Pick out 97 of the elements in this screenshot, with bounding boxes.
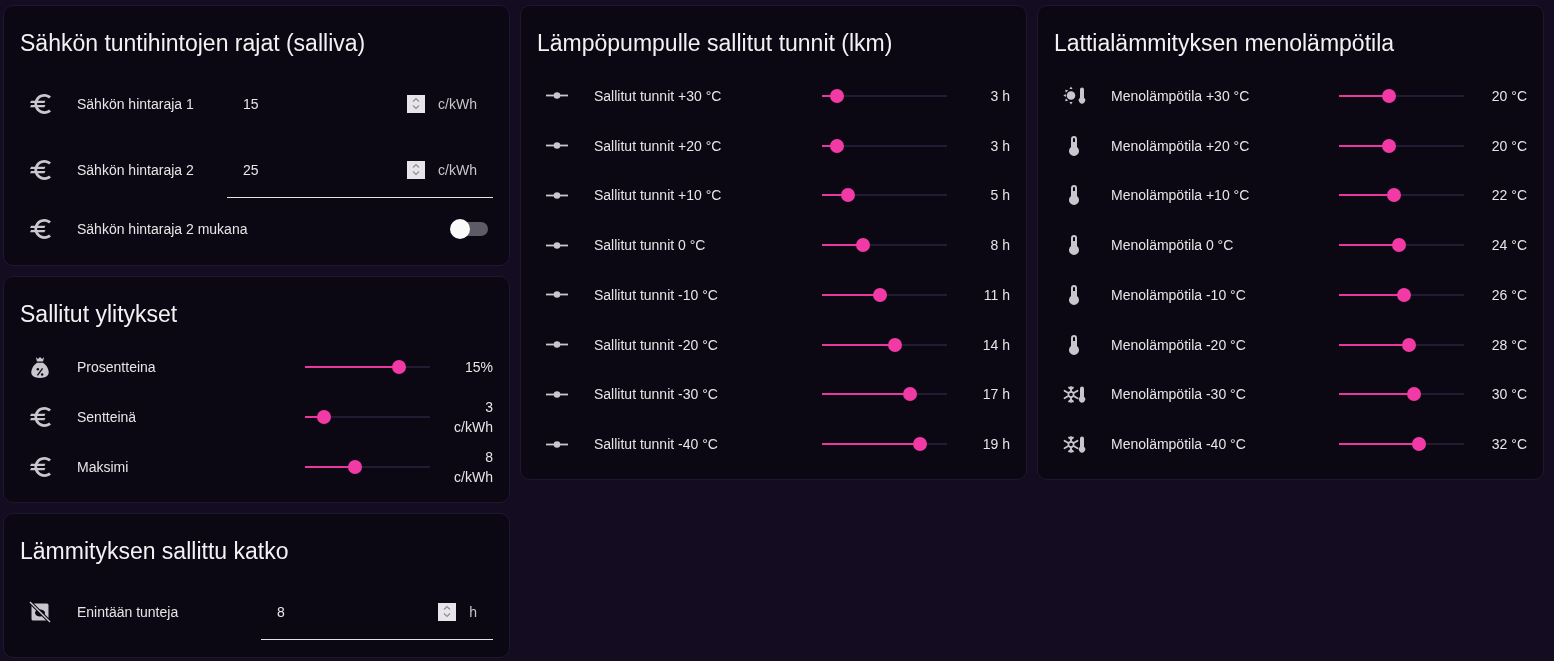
row-label: Sähkön hintaraja 1	[77, 96, 195, 112]
value-label: 32 °C	[1490, 435, 1527, 455]
value-label: 5 h	[989, 186, 1010, 206]
value-label: 3 h	[989, 136, 1010, 156]
row-label: Sähkön hintaraja 2 mukana	[77, 221, 249, 237]
card-title: Sallitut ylitykset	[20, 300, 179, 329]
snowflake-thermometer-icon	[1062, 434, 1086, 454]
row-label: Sallitut tunnit +30 °C	[594, 87, 723, 104]
crossed-out-tile-icon	[29, 601, 51, 623]
row-label: Menolämpötila -20 °C	[1111, 336, 1247, 353]
slider-thumb[interactable]	[830, 138, 844, 153]
slider-thumb[interactable]	[1402, 337, 1416, 352]
slider-thumb[interactable]	[872, 287, 887, 302]
row-label: Menolämpötila -40 °C	[1111, 436, 1247, 453]
thermometer-icon	[1069, 334, 1079, 355]
value-label: 20 °C	[1490, 136, 1527, 156]
card-title: Lämpöpumpulle sallitut tunnit (lkm)	[537, 29, 894, 58]
row-label: Enintään tunteja	[77, 604, 180, 620]
number-field[interactable]: 15 c/kWh	[227, 76, 493, 132]
euro-icon	[29, 160, 51, 180]
euro-icon	[29, 219, 51, 239]
row-label: Menolämpötila -30 °C	[1111, 386, 1247, 403]
card-title: Lattialämmityksen menolämpötila	[1054, 29, 1396, 58]
value-label: 11 h	[982, 285, 1010, 305]
row-label: Menolämpötila -10 °C	[1111, 286, 1247, 303]
value-label: 8 h	[989, 236, 1010, 256]
slider-thumb[interactable]	[1387, 188, 1401, 203]
slider-thumb[interactable]	[1412, 437, 1426, 452]
value-label: 15%	[463, 358, 493, 377]
thermometer-icon	[1069, 185, 1079, 206]
money-bag-percent-icon	[31, 356, 49, 378]
thermometer-icon	[1069, 284, 1079, 305]
slider-thumb[interactable]	[887, 337, 902, 352]
row-label: Sähkön hintaraja 2	[77, 162, 195, 178]
number-field[interactable]: 8 h	[261, 584, 493, 640]
row-label: Sentteinä	[77, 409, 138, 425]
row-label: Sallitut tunnit -40 °C	[594, 436, 719, 453]
slider-thumb[interactable]	[902, 387, 917, 402]
unit-label: h	[469, 603, 477, 620]
toggle-switch[interactable]	[450, 219, 488, 239]
slider-thumb[interactable]	[856, 238, 871, 253]
slider-thumb[interactable]	[830, 88, 844, 103]
value-label: 19 h	[981, 435, 1010, 455]
unit-label: c/kWh	[438, 161, 477, 178]
chevron-up-down-icon	[443, 605, 452, 618]
row-label: Menolämpötila +20 °C	[1111, 137, 1251, 154]
slider-thumb[interactable]	[1392, 238, 1406, 253]
row-label: Sallitut tunnit +20 °C	[594, 137, 723, 154]
row-label: Menolämpötila +10 °C	[1111, 187, 1251, 204]
value-label: 20 °C	[1490, 86, 1527, 106]
unit-label: c/kWh	[438, 95, 477, 112]
slider-thumb[interactable]	[1397, 287, 1411, 302]
thermometer-icon	[1069, 235, 1079, 256]
value-label: 24 °C	[1490, 236, 1527, 256]
row-label: Prosentteina	[77, 359, 157, 375]
thermometer-icon	[1069, 135, 1079, 156]
slider-thumb[interactable]	[841, 188, 856, 203]
chevron-up-down-icon	[412, 163, 421, 176]
row-label: Menolämpötila 0 °C	[1111, 237, 1235, 254]
euro-icon	[29, 94, 51, 114]
value-label: 26 °C	[1490, 285, 1527, 305]
value-label: 30 °C	[1490, 385, 1527, 405]
spin-button[interactable]	[438, 602, 457, 621]
snowflake-thermometer-icon	[1062, 384, 1086, 404]
row-label: Maksimi	[77, 459, 130, 475]
slider-thumb[interactable]	[912, 437, 927, 452]
row-label: Sallitut tunnit -10 °C	[594, 286, 719, 303]
value-label: 28 °C	[1490, 335, 1527, 355]
slider-thumb[interactable]	[391, 360, 406, 374]
card-title: Sähkön tuntihintojen rajat (salliva)	[20, 29, 367, 58]
row-label: Sallitut tunnit -20 °C	[594, 336, 719, 353]
number-input[interactable]: 8	[277, 603, 439, 620]
slider-thumb[interactable]	[348, 460, 362, 474]
value-label: 3 h	[989, 86, 1010, 106]
row-label: Sallitut tunnit +10 °C	[594, 187, 723, 204]
value-label: 3 c/kWh	[453, 398, 493, 437]
value-label: 17 h	[981, 385, 1010, 405]
card-title: Lämmityksen sallittu katko	[20, 537, 290, 566]
row-label: Menolämpötila +30 °C	[1111, 87, 1251, 104]
euro-icon	[29, 407, 51, 427]
spin-button[interactable]	[407, 160, 426, 179]
number-input[interactable]: 25	[243, 161, 408, 178]
number-input[interactable]: 15	[243, 95, 408, 112]
slider-thumb[interactable]	[1382, 138, 1396, 153]
row-label: Sallitut tunnit -30 °C	[594, 386, 719, 403]
row-label: Sallitut tunnit 0 °C	[594, 237, 707, 254]
value-label: 22 °C	[1490, 186, 1527, 206]
slider-thumb[interactable]	[316, 410, 331, 424]
number-field[interactable]: 25 c/kWh	[227, 142, 493, 198]
value-label: 8 c/kWh	[453, 448, 493, 487]
slider-thumb[interactable]	[1382, 88, 1396, 103]
slider-thumb[interactable]	[1407, 387, 1421, 402]
spin-button[interactable]	[407, 94, 426, 113]
sun-thermometer-icon	[1062, 86, 1086, 106]
value-label: 14 h	[981, 335, 1010, 355]
euro-icon	[29, 457, 51, 477]
chevron-up-down-icon	[412, 97, 421, 110]
